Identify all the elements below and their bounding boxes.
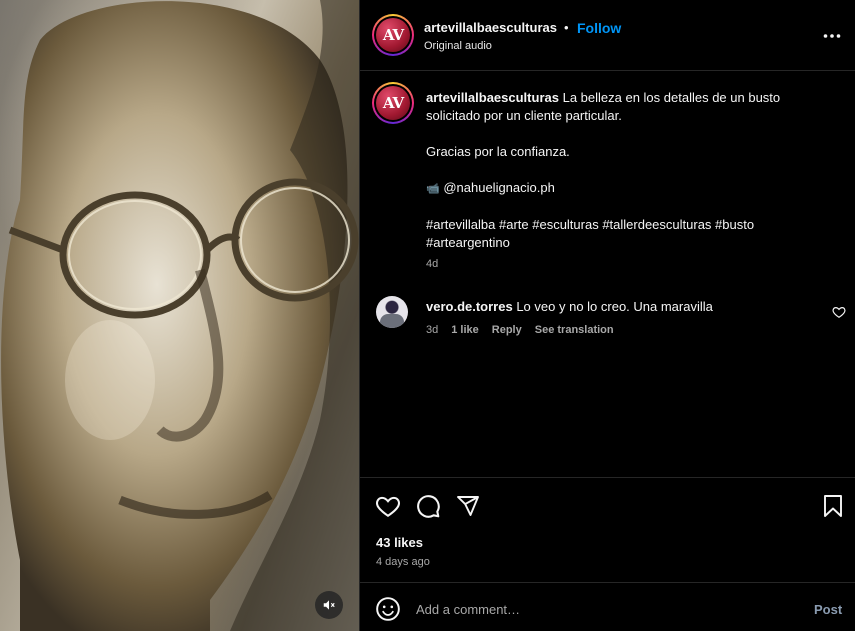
photographer-mention[interactable]: @nahuelignacio.ph	[443, 180, 555, 195]
comment-item: vero.de.torres Lo veo y no lo creo. Una …	[360, 296, 855, 346]
post-actions: 43 likes 4 days ago	[360, 477, 855, 582]
see-translation-button[interactable]: See translation	[535, 324, 614, 336]
video-camera-icon: 📹	[426, 183, 440, 195]
share-button[interactable]	[454, 492, 482, 520]
heart-icon	[376, 496, 400, 517]
comment-bubble-icon	[417, 495, 440, 518]
reply-button[interactable]: Reply	[492, 324, 522, 336]
caption-text: artevillalbaesculturas La belleza en los…	[426, 89, 826, 252]
like-button[interactable]	[374, 492, 402, 520]
commenter-avatar[interactable]	[376, 296, 408, 328]
comment-button[interactable]	[414, 492, 442, 520]
post-comment-button[interactable]: Post	[814, 602, 842, 617]
author-username[interactable]: artevillalbaesculturas	[424, 20, 557, 35]
paper-plane-icon	[457, 496, 479, 516]
speaker-muted-icon	[323, 600, 335, 610]
post-date: 4 days ago	[376, 556, 430, 568]
emoji-button[interactable]	[374, 595, 402, 623]
caption-timestamp: 4d	[426, 258, 439, 270]
brand-logo: AV	[376, 86, 410, 120]
brand-logo: AV	[376, 18, 410, 52]
comment-likes[interactable]: 1 like	[451, 324, 479, 336]
author-avatar[interactable]: AV	[372, 14, 414, 56]
caption-author-avatar[interactable]: AV	[372, 82, 414, 124]
comment-meta: 3d 1 like Reply See translation	[426, 324, 614, 336]
bust-sculpture-image	[0, 0, 359, 631]
post-header: AV artevillalbaesculturas • Follow Origi…	[360, 0, 855, 71]
comment-like-heart-icon[interactable]	[832, 305, 846, 319]
comment-input[interactable]	[416, 598, 796, 620]
post-details-panel: AV artevillalbaesculturas • Follow Origi…	[359, 0, 855, 631]
smiley-icon	[376, 597, 400, 621]
audio-label[interactable]: Original audio	[424, 40, 492, 52]
commenter-username[interactable]: vero.de.torres	[426, 299, 513, 314]
more-horizontal-icon	[823, 34, 841, 38]
more-options-button[interactable]	[820, 24, 844, 48]
separator-dot: •	[564, 20, 569, 35]
save-button[interactable]	[819, 492, 847, 520]
caption-username[interactable]: artevillalbaesculturas	[426, 90, 559, 105]
comment-time: 3d	[426, 324, 439, 336]
comment-text: Lo veo y no lo creo. Una maravilla	[516, 299, 713, 314]
caption-hashtags[interactable]: #artevillalba #arte #esculturas #tallerd…	[426, 216, 826, 252]
comment-body: vero.de.torres Lo veo y no lo creo. Una …	[426, 299, 713, 314]
caption-thanks: Gracias por la confianza.	[426, 144, 570, 159]
follow-button[interactable]: Follow	[577, 20, 621, 36]
likes-count[interactable]: 43 likes	[376, 535, 423, 550]
comment-composer: Post	[360, 582, 855, 631]
mute-toggle-button[interactable]	[315, 591, 343, 619]
bookmark-icon	[824, 495, 842, 517]
post-media[interactable]	[0, 0, 359, 631]
